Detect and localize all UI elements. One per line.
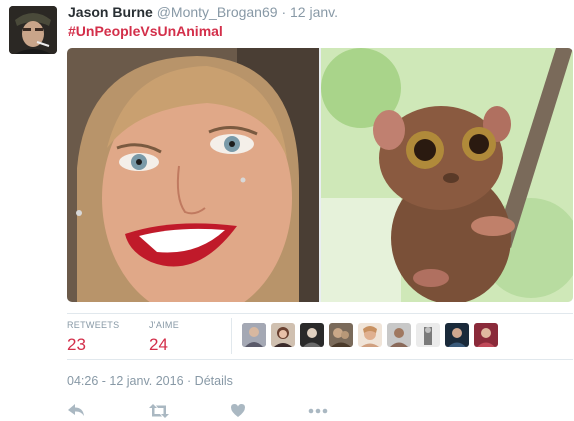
liker-avatar[interactable] <box>300 323 324 347</box>
retweets-stat[interactable]: RETWEETS 23 <box>67 320 119 356</box>
media-photo-woman[interactable] <box>67 48 319 302</box>
retweet-icon <box>149 404 169 418</box>
avatar-image <box>9 6 57 54</box>
reply-icon <box>68 404 84 416</box>
liker-avatar-icon <box>329 323 353 347</box>
liker-avatar[interactable] <box>387 323 411 347</box>
liker-avatar-icon <box>242 323 266 347</box>
author-name[interactable]: Jason Burne <box>68 4 153 20</box>
liker-avatar[interactable] <box>416 323 440 347</box>
liker-avatar[interactable] <box>271 323 295 347</box>
likes-stat[interactable]: J'AIME 24 <box>149 320 179 356</box>
author-avatar[interactable] <box>9 6 57 54</box>
tweet-header: Jason Burne @Monty_Brogan69 · 12 janv. <box>68 3 338 21</box>
author-handle[interactable]: @Monty_Brogan69 <box>157 4 278 20</box>
liker-avatar-icon <box>474 323 498 347</box>
liker-avatar-icon <box>300 323 324 347</box>
header-separator: · <box>281 4 287 20</box>
like-button[interactable] <box>230 403 252 421</box>
liker-avatar-icon <box>358 323 382 347</box>
hashtag-link[interactable]: #UnPeopleVsUnAnimal <box>68 22 223 40</box>
liker-avatar[interactable] <box>474 323 498 347</box>
stats-divider-top <box>67 313 573 314</box>
datetime-separator: · <box>187 374 192 388</box>
retweet-button[interactable] <box>148 403 170 421</box>
liker-avatar[interactable] <box>358 323 382 347</box>
reply-button[interactable] <box>67 403 89 421</box>
liker-avatar-icon <box>387 323 411 347</box>
liker-avatar-icon <box>445 323 469 347</box>
more-button[interactable] <box>308 403 330 421</box>
like-icon <box>231 404 245 417</box>
tweet-media <box>67 48 573 302</box>
full-timestamp: 04:26 - 12 janv. 2016 <box>67 374 184 388</box>
tweet-timestamp[interactable]: 12 janv. <box>290 4 338 20</box>
tarsier-photo-icon <box>321 48 573 302</box>
stats-divider-bottom <box>67 359 573 360</box>
media-photo-tarsier[interactable] <box>321 48 573 302</box>
tweet-datetime: 04:26 - 12 janv. 2016 · Détails <box>67 373 233 389</box>
retweets-label: RETWEETS <box>67 320 120 330</box>
likes-count: 24 <box>149 335 168 354</box>
more-icon <box>308 408 328 414</box>
liker-avatar-icon <box>271 323 295 347</box>
liker-avatar[interactable] <box>329 323 353 347</box>
likes-label: J'AIME <box>149 320 180 330</box>
retweets-count: 23 <box>67 335 86 354</box>
liker-avatar[interactable] <box>242 323 266 347</box>
details-link[interactable]: Détails <box>195 374 233 388</box>
liker-avatar-icon <box>416 323 440 347</box>
woman-portrait-photo-icon <box>67 48 319 302</box>
liker-avatar[interactable] <box>445 323 469 347</box>
stats-separator <box>231 318 232 354</box>
